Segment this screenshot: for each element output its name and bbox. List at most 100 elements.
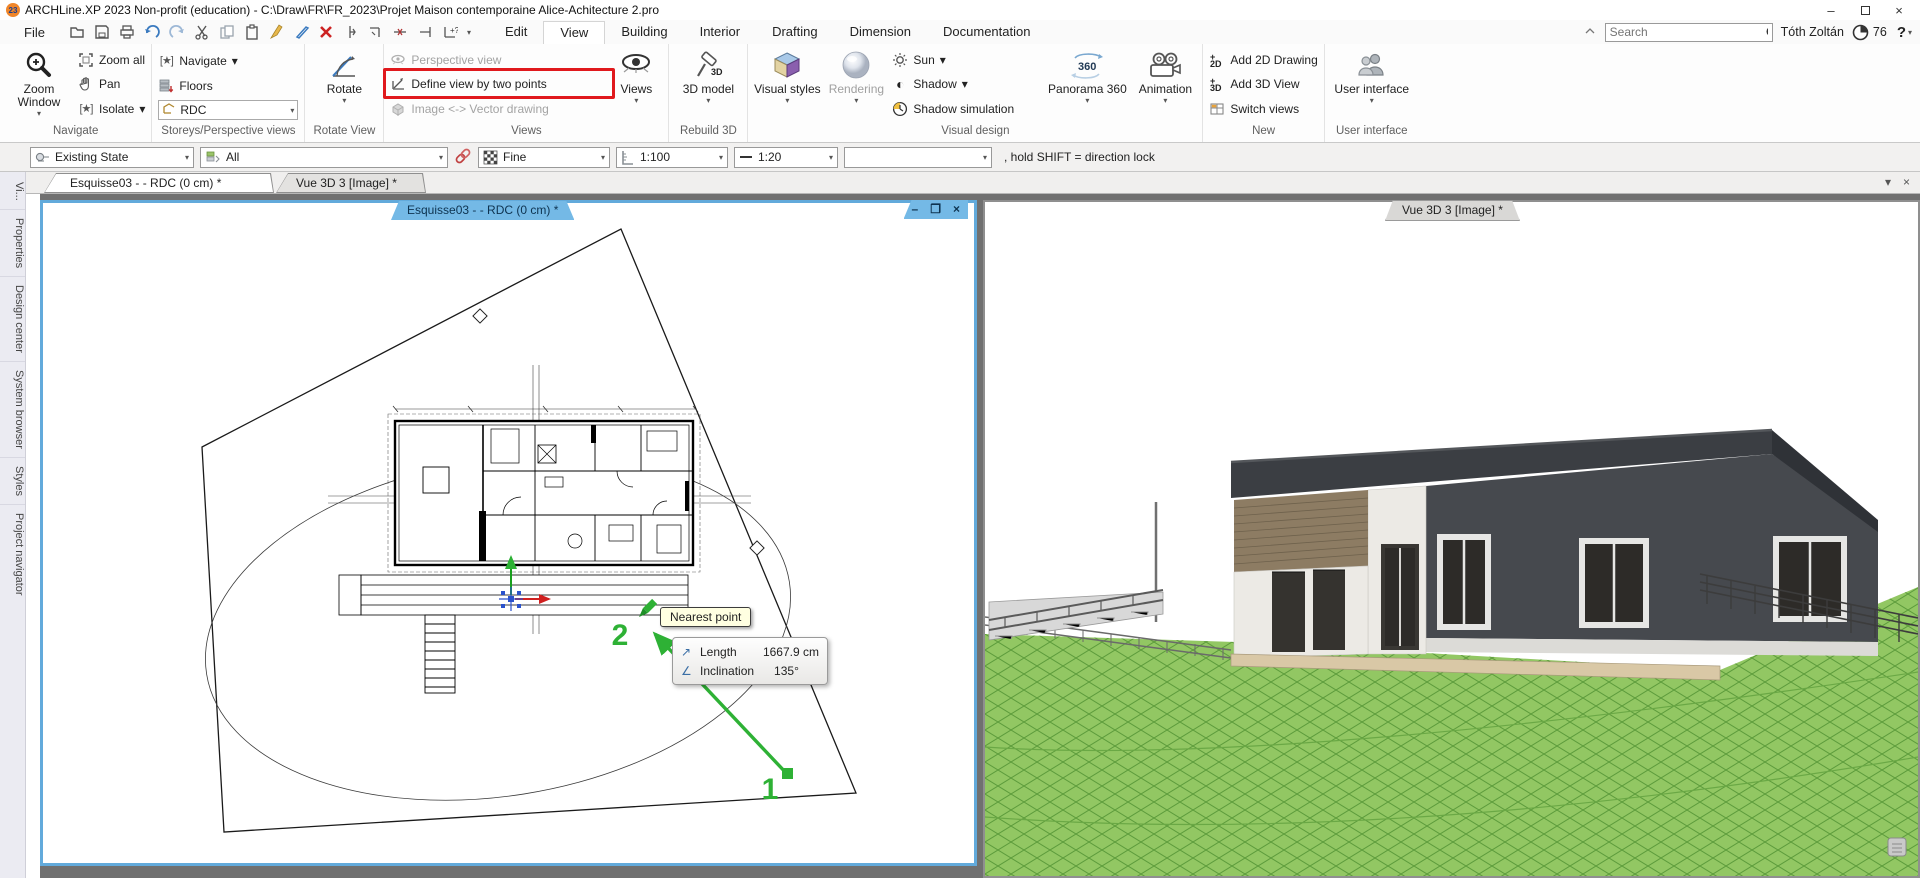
link-chain-icon[interactable]: [454, 147, 472, 168]
pan-button[interactable]: Pan: [78, 72, 145, 96]
tab-close-icon[interactable]: ×: [1903, 175, 1910, 189]
detail-level-combo[interactable]: Fine ▾: [478, 147, 610, 168]
add-3d-view-button[interactable]: +3D Add 3D View: [1209, 72, 1317, 96]
sidebar-item-properties[interactable]: Properties: [0, 210, 25, 277]
minimize-button[interactable]: –: [1814, 3, 1848, 18]
empty-combo[interactable]: ▾: [844, 147, 992, 168]
animation-caret-icon[interactable]: ▾: [1163, 96, 1167, 105]
qat-caret-icon[interactable]: ▾: [467, 28, 471, 37]
copy-icon[interactable]: [219, 24, 235, 40]
user-name[interactable]: Tóth Zoltán: [1781, 25, 1844, 39]
sidebar-item-system-browser[interactable]: System browser: [0, 362, 25, 458]
menu-tab-edit[interactable]: Edit: [489, 21, 543, 43]
print-icon[interactable]: [119, 24, 135, 40]
state-combo[interactable]: Existing State ▾: [30, 147, 194, 168]
search-box[interactable]: [1605, 23, 1773, 42]
sidebar-item-view[interactable]: Vi...: [0, 174, 25, 210]
panorama-caret-icon[interactable]: ▾: [1085, 96, 1089, 105]
menu-tab-building[interactable]: Building: [605, 21, 683, 43]
help-button[interactable]: ?: [1897, 24, 1906, 41]
shadow-button[interactable]: ◐ Shadow ▾: [892, 72, 1040, 96]
collapse-ribbon-icon[interactable]: [1583, 25, 1597, 39]
isolate-button[interactable]: [★] Isolate ▾: [78, 97, 145, 121]
shadow-simulation-button[interactable]: Shadow simulation: [892, 97, 1040, 121]
navigate-caret-icon[interactable]: ▾: [232, 54, 238, 68]
detail-level-caret-icon[interactable]: ▾: [601, 153, 605, 162]
3d-render[interactable]: [985, 202, 1918, 876]
zoom-all-button[interactable]: Zoom all: [78, 48, 145, 72]
rendering-button[interactable]: Rendering ▾: [824, 47, 888, 122]
open-folder-icon[interactable]: [69, 24, 85, 40]
viewport-minimize-icon[interactable]: –: [912, 202, 919, 216]
snap-corner-icon[interactable]: [367, 24, 383, 40]
3d-model-caret-icon[interactable]: ▾: [706, 96, 710, 105]
floor-plan-drawing[interactable]: 1 2: [43, 203, 974, 863]
rotate-button[interactable]: Rotate ▾: [309, 47, 379, 122]
storey-combo[interactable]: RDC ▾: [158, 100, 298, 120]
viewport-plan-title[interactable]: Esquisse03 - - RDC (0 cm) *: [391, 201, 574, 220]
rendering-caret-icon[interactable]: ▾: [854, 96, 858, 105]
rotate-caret-icon[interactable]: ▾: [342, 96, 346, 105]
undo-icon[interactable]: [144, 24, 160, 40]
panorama-360-button[interactable]: 360 Panorama 360 ▾: [1044, 47, 1130, 122]
floors-button[interactable]: Floors: [158, 74, 298, 98]
perspective-view-button[interactable]: Perspective view: [390, 48, 604, 72]
tab-vue-3d-3[interactable]: Vue 3D 3 [Image] *: [276, 173, 426, 193]
sidebar-item-styles[interactable]: Styles: [0, 458, 25, 505]
scale-combo-caret-icon[interactable]: ▾: [719, 153, 723, 162]
sidebar-item-design-center[interactable]: Design center: [0, 277, 25, 362]
cut-icon[interactable]: [194, 24, 210, 40]
viewport-3d[interactable]: Vue 3D 3 [Image] *: [983, 200, 1920, 878]
snap-endpoint-icon[interactable]: [417, 24, 433, 40]
navigate-button[interactable]: [★] Navigate ▾: [158, 49, 298, 73]
viewport-close-icon[interactable]: ×: [953, 202, 960, 216]
zoom-window-caret-icon[interactable]: ▾: [37, 109, 41, 118]
save-icon[interactable]: [94, 24, 110, 40]
views-caret-icon[interactable]: ▾: [634, 96, 638, 105]
paste-icon[interactable]: [244, 24, 260, 40]
sun-button[interactable]: Sun ▾: [892, 48, 1040, 72]
menu-tab-drafting[interactable]: Drafting: [756, 21, 834, 43]
tab-esquisse03[interactable]: Esquisse03 - - RDC (0 cm) *: [44, 173, 274, 193]
menu-file[interactable]: File: [10, 25, 59, 40]
3d-model-button[interactable]: 3D 3D model ▾: [673, 47, 743, 122]
pen-scale-combo[interactable]: 1:20 ▾: [734, 147, 838, 168]
empty-combo-caret-icon[interactable]: ▾: [983, 153, 987, 162]
snap-angle-icon[interactable]: +?: [442, 24, 458, 40]
maximize-button[interactable]: [1848, 3, 1882, 18]
isolate-caret-icon[interactable]: ▾: [139, 102, 145, 116]
state-combo-caret-icon[interactable]: ▾: [185, 153, 189, 162]
zoom-window-button[interactable]: Zoom Window ▾: [4, 47, 74, 122]
visual-styles-button[interactable]: Visual styles ▾: [752, 47, 822, 122]
help-caret-icon[interactable]: ▾: [1908, 28, 1912, 37]
sun-caret-icon[interactable]: ▾: [940, 53, 946, 67]
menu-tab-interior[interactable]: Interior: [684, 21, 756, 43]
search-input[interactable]: [1610, 25, 1765, 39]
viewport-3d-title[interactable]: Vue 3D 3 [Image] *: [1385, 200, 1520, 221]
viewport-restore-icon[interactable]: ❒: [930, 202, 941, 216]
shadow-caret-icon[interactable]: ▾: [962, 77, 968, 91]
delete-x-icon[interactable]: [319, 25, 333, 39]
animation-button[interactable]: Animation ▾: [1132, 47, 1198, 122]
visual-styles-caret-icon[interactable]: ▾: [785, 96, 789, 105]
menu-tab-view[interactable]: View: [543, 21, 605, 44]
floor-filter-combo[interactable]: All ▾: [200, 147, 448, 168]
views-button[interactable]: Views ▾: [608, 47, 664, 122]
storey-combo-caret-icon[interactable]: ▾: [290, 106, 294, 115]
user-interface-caret-icon[interactable]: ▾: [1370, 96, 1374, 105]
image-vector-button[interactable]: Image <-> Vector drawing: [390, 97, 604, 121]
menu-tab-dimension[interactable]: Dimension: [834, 21, 927, 43]
pen-icon[interactable]: [294, 24, 310, 40]
viewport-plan[interactable]: Esquisse03 - - RDC (0 cm) * – ❒ ×: [40, 200, 977, 866]
define-view-by-two-points-button[interactable]: Define view by two points: [390, 72, 604, 96]
sidebar-item-project-navigator[interactable]: Project navigator: [0, 505, 25, 604]
floor-filter-caret-icon[interactable]: ▾: [439, 153, 443, 162]
search-icon[interactable]: [1765, 25, 1768, 40]
user-interface-button[interactable]: User interface ▾: [1329, 47, 1415, 122]
add-2d-drawing-button[interactable]: +2D Add 2D Drawing: [1209, 48, 1317, 72]
menu-tab-documentation[interactable]: Documentation: [927, 21, 1046, 43]
tab-list-caret-icon[interactable]: ▾: [1885, 175, 1891, 189]
snap-midpoint-icon[interactable]: [392, 24, 408, 40]
close-button[interactable]: ×: [1882, 3, 1916, 18]
snap-perpendicular-icon[interactable]: [342, 24, 358, 40]
